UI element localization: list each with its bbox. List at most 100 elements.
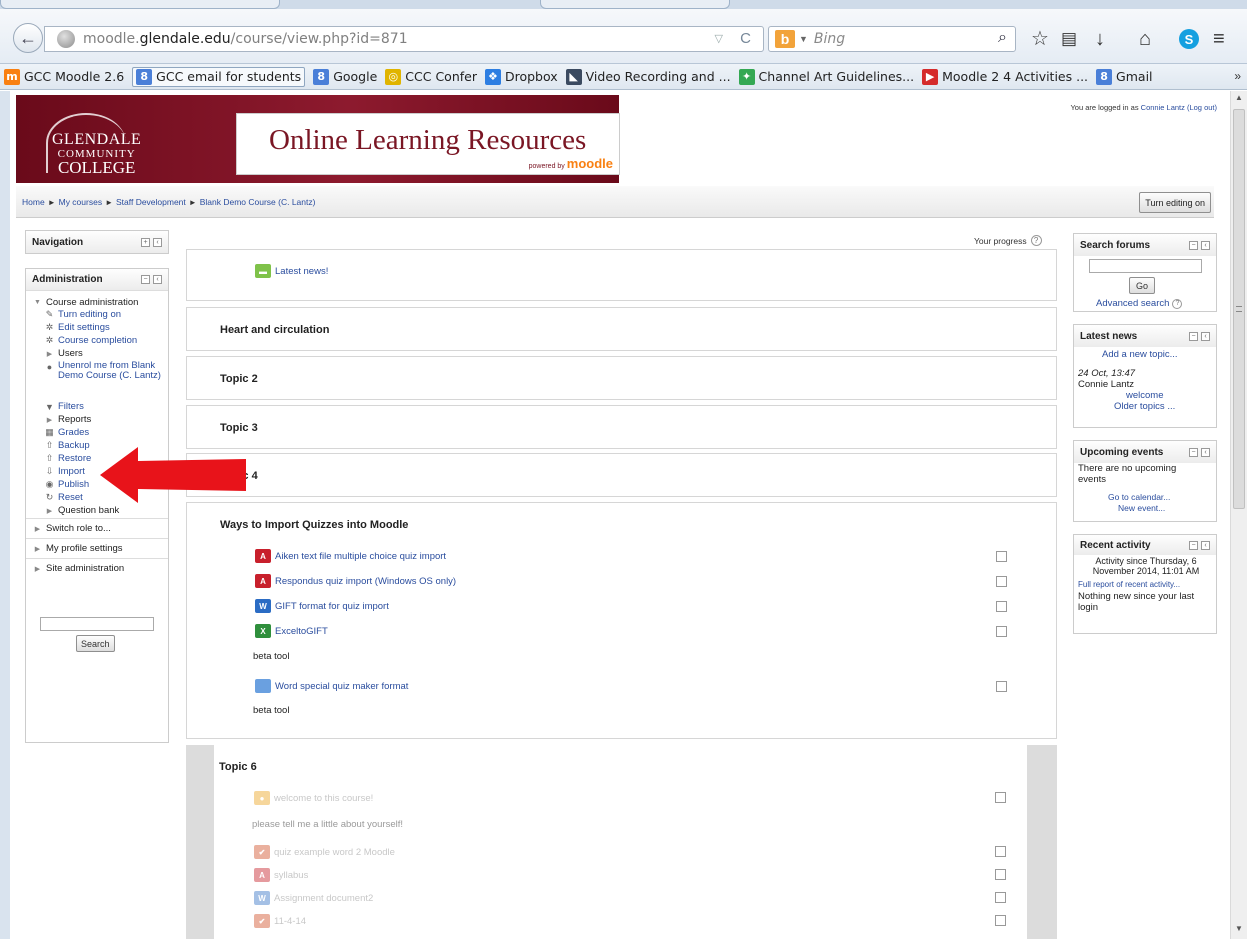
older-topics-link[interactable]: Older topics ... (1114, 401, 1175, 412)
admin-tree-item[interactable]: ✲ Course completion (44, 335, 138, 346)
admin-tree-label[interactable]: Edit settings (58, 322, 110, 333)
search-forums-title[interactable]: Search forums (1080, 240, 1150, 251)
completion-checkbox[interactable] (996, 626, 1007, 637)
bookmark-item[interactable]: 8 GCC email for students (132, 66, 306, 87)
admin-tree-label[interactable]: Reset (58, 492, 83, 503)
turn-editing-on-button[interactable]: Turn editing on (1139, 192, 1211, 213)
hidden-activity[interactable]: ✔ 11-4-14 (254, 914, 306, 928)
logout-link[interactable]: (Log out) (1187, 103, 1217, 112)
admin-tree-label[interactable]: Course completion (58, 335, 137, 346)
collapse-icon[interactable]: − (1189, 540, 1198, 550)
bookmarks-overflow-icon[interactable]: » (1234, 69, 1241, 83)
admin-tree-item[interactable]: ▶ Question bank (44, 505, 119, 516)
completion-checkbox[interactable] (995, 892, 1006, 903)
activity-link[interactable]: welcome to this course! (274, 793, 373, 804)
upcoming-events-title[interactable]: Upcoming events (1080, 447, 1163, 458)
admin-tree-item[interactable]: ⇧ Restore (44, 453, 92, 464)
vertical-scrollbar[interactable]: ▲ ▼ (1230, 91, 1247, 939)
search-icon[interactable]: ⌕ (998, 29, 1007, 47)
latest-news-title[interactable]: Latest news (1080, 331, 1137, 342)
activity-link[interactable]: quiz example word 2 Moodle (274, 847, 395, 858)
site-header-banner[interactable]: GLENDALE COMMUNITY COLLEGE Online Learni… (16, 95, 620, 183)
breadcrumb-home[interactable]: Home (22, 197, 45, 207)
activity-link[interactable]: Respondus quiz import (Windows OS only) (275, 576, 456, 587)
admin-tree-item[interactable]: ⇧ Backup (44, 440, 90, 451)
admin-tree-item[interactable]: ↻ Reset (44, 492, 83, 503)
url-dropdown-icon[interactable]: ▽ (715, 32, 723, 45)
activity-link[interactable]: syllabus (274, 870, 308, 881)
word-special-quiz-maker-folder[interactable]: Word special quiz maker format (255, 679, 408, 693)
add-new-topic-link[interactable]: Add a new topic... (1102, 349, 1178, 360)
completion-checkbox[interactable] (996, 601, 1007, 612)
admin-tree-label[interactable]: Publish (58, 479, 89, 490)
dock-icon[interactable]: ‹ (1201, 240, 1210, 250)
hidden-activity[interactable]: W Assignment document2 (254, 891, 373, 905)
breadcrumb-staff-development[interactable]: Staff Development (116, 197, 186, 207)
admin-tree-item[interactable]: ▶ My profile settings (32, 543, 123, 554)
bookmark-item[interactable]: ◎ CCC Confer (385, 68, 477, 85)
admin-tree-item[interactable]: ▶ Users (44, 348, 83, 359)
scroll-up-icon[interactable]: ▲ (1235, 93, 1243, 102)
dock-icon[interactable]: ‹ (153, 275, 162, 284)
section-title[interactable]: Topic 6 (219, 761, 257, 773)
go-to-calendar-link[interactable]: Go to calendar... (1108, 492, 1170, 502)
new-event-link[interactable]: New event... (1118, 503, 1165, 513)
bookmark-item[interactable]: m GCC Moodle 2.6 (4, 68, 124, 85)
help-icon[interactable]: ? (1172, 298, 1183, 309)
admin-tree-item[interactable]: ▶ Reports (44, 414, 91, 425)
bookmark-item[interactable]: ❖ Dropbox (484, 68, 558, 85)
search-forums-go-button[interactable]: Go (1129, 277, 1156, 294)
section-title[interactable]: Ways to Import Quizzes into Moodle (220, 519, 408, 531)
admin-search-input[interactable] (40, 617, 154, 631)
hidden-activity[interactable]: ● welcome to this course! (254, 791, 373, 805)
activity-link[interactable]: Assignment document2 (274, 893, 373, 904)
dock-icon[interactable]: ‹ (1201, 331, 1210, 341)
admin-tree-item[interactable]: ▦ Grades (44, 427, 89, 438)
help-icon[interactable]: ? (1030, 235, 1042, 246)
reload-icon[interactable]: C (740, 30, 751, 47)
breadcrumb-my-courses[interactable]: My courses (59, 197, 102, 207)
admin-tree-label[interactable]: Restore (58, 453, 91, 464)
import-activity[interactable]: X ExceltoGIFT (255, 624, 328, 638)
completion-checkbox[interactable] (995, 869, 1006, 880)
bookmark-item[interactable]: ▶ Moodle 2 4 Activities ... (922, 68, 1088, 85)
section-title[interactable]: Topic 2 (220, 373, 258, 385)
reading-list-icon[interactable]: ▤ (1061, 27, 1077, 51)
import-activity[interactable]: A Aiken text file multiple choice quiz im… (255, 549, 446, 563)
admin-tree-label[interactable]: Backup (58, 440, 90, 451)
admin-tree-label[interactable]: Unenrol me from Blank Demo Course (C. La… (58, 361, 174, 381)
recent-activity-title[interactable]: Recent activity (1080, 540, 1151, 551)
completion-checkbox[interactable] (995, 792, 1006, 803)
dock-icon[interactable]: ‹ (1201, 540, 1210, 550)
search-forums-input[interactable] (1089, 259, 1202, 273)
url-bar[interactable]: moodle.glendale.edu/course/view.php?id=8… (44, 26, 764, 52)
bookmark-item[interactable]: 8 Google (313, 68, 377, 85)
completion-checkbox[interactable] (995, 915, 1006, 926)
bookmark-item[interactable]: 8 Gmail (1096, 68, 1153, 85)
admin-tree-label[interactable]: Grades (58, 427, 89, 438)
activity-link[interactable]: GIFT format for quiz import (275, 601, 389, 612)
admin-tree-item[interactable]: ✎ Turn editing on (44, 309, 121, 320)
completion-checkbox[interactable] (996, 551, 1007, 562)
admin-tree-item[interactable]: ▶ Site administration (32, 563, 124, 574)
admin-tree-item[interactable]: ✲ Edit settings (44, 322, 110, 333)
admin-search-button[interactable]: Search (76, 635, 115, 652)
dock-icon[interactable]: ‹ (153, 237, 162, 247)
admin-tree-item[interactable]: ▼ Filters (44, 401, 84, 412)
admin-tree-item[interactable]: ● Unenrol me from Blank Demo Course (C. L… (44, 361, 174, 381)
download-icon[interactable]: ↓ (1095, 27, 1105, 51)
star-icon[interactable]: ☆ (1031, 27, 1049, 51)
dock-icon[interactable]: ‹ (1201, 447, 1210, 457)
breadcrumb-course[interactable]: Blank Demo Course (C. Lantz) (200, 197, 316, 207)
section-title[interactable]: Topic 3 (220, 422, 258, 434)
collapse-icon[interactable]: − (1189, 240, 1198, 250)
hidden-activity[interactable]: ✔ quiz example word 2 Moodle (254, 845, 395, 859)
menu-icon[interactable]: ≡ (1213, 27, 1225, 51)
scroll-down-icon[interactable]: ▼ (1235, 924, 1243, 933)
browser-tab[interactable] (540, 0, 730, 9)
collapse-icon[interactable]: − (1189, 447, 1198, 457)
advanced-search-link[interactable]: Advanced search (1096, 298, 1169, 309)
section-title[interactable]: Heart and circulation (220, 324, 329, 336)
latest-news-activity[interactable]: ▬ Latest news! (255, 264, 328, 278)
browser-tab[interactable] (0, 0, 280, 9)
